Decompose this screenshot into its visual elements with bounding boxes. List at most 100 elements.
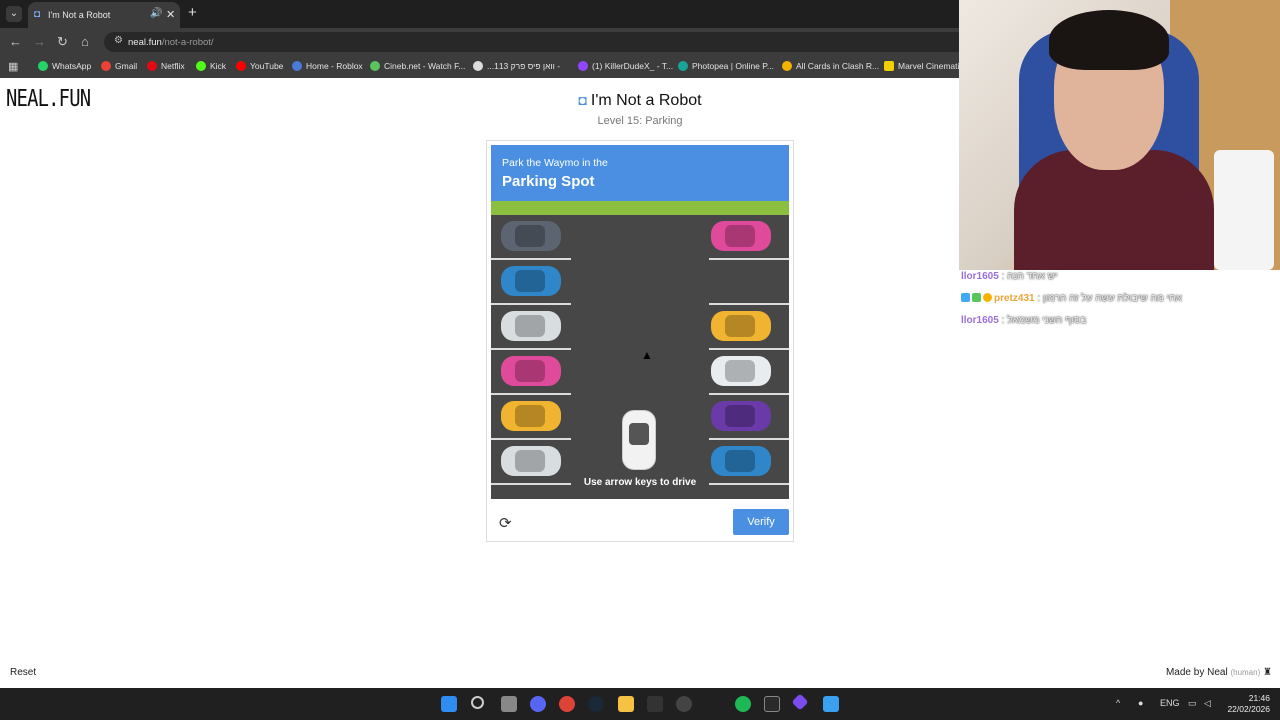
url-field[interactable]: ⚙ neal.fun/not-a-robot/: [104, 32, 960, 52]
parked-car: [711, 446, 771, 476]
bookmark-photopea[interactable]: Photopea | Online P...: [678, 61, 774, 71]
badge-icon: [961, 293, 970, 302]
obs-icon[interactable]: [676, 696, 692, 712]
netflix-icon: [147, 61, 157, 71]
home-icon[interactable]: ⌂: [81, 34, 89, 50]
stall-line: [709, 393, 789, 395]
stall-line: [709, 438, 789, 440]
stall-line: [709, 258, 789, 260]
bookmark-cineb[interactable]: Cineb.net - Watch F...: [370, 61, 465, 71]
app-icon[interactable]: [791, 693, 809, 711]
windows-start-icon[interactable]: [441, 696, 457, 712]
task-view-icon[interactable]: [501, 696, 517, 712]
chrome-icon[interactable]: [559, 696, 575, 712]
bookmark-youtube[interactable]: YouTube: [236, 61, 283, 71]
kick-icon: [196, 61, 206, 71]
photopea-icon: [678, 61, 688, 71]
bookmark-roblox[interactable]: Home - Roblox: [292, 61, 363, 71]
instruction-line2: Parking Spot: [502, 173, 595, 190]
stall-line: [709, 348, 789, 350]
tab-strip: ⌄ ◘ I'm Not a Robot 🔊 ✕ +: [0, 0, 960, 28]
apps-grid-icon[interactable]: ▦: [8, 60, 18, 73]
editor-icon[interactable]: [823, 696, 839, 712]
language-indicator[interactable]: ENG: [1160, 698, 1180, 708]
whatsapp-icon: [38, 61, 48, 71]
drive-hint: Use arrow keys to drive: [583, 477, 697, 488]
parked-car: [711, 311, 771, 341]
site-info-icon[interactable]: ⚙: [114, 35, 123, 46]
globe-icon: [473, 61, 483, 71]
stall-line: [491, 303, 571, 305]
close-tab-icon[interactable]: ✕: [166, 8, 175, 21]
url-domain: neal.fun: [128, 37, 162, 48]
back-icon[interactable]: ←: [9, 34, 22, 50]
forward-icon[interactable]: →: [33, 34, 46, 50]
chat-message: pretz431 : אחי מה שיבולת עשה על זה הרמון: [961, 292, 1280, 314]
bookmark-netflix[interactable]: Netflix: [147, 61, 185, 71]
bookmark-twitch[interactable]: (1) KillerDudeX_ - T...: [578, 61, 673, 71]
reload-icon[interactable]: ↻: [57, 34, 68, 50]
parked-car: [501, 221, 561, 251]
verify-button[interactable]: Verify: [733, 509, 789, 535]
discord-icon[interactable]: [530, 696, 546, 712]
clash-icon: [782, 61, 792, 71]
parked-car: [501, 446, 561, 476]
parked-car: [501, 266, 561, 296]
youtube-icon: [236, 61, 246, 71]
new-tab-icon[interactable]: +: [188, 4, 197, 21]
bookmark-gmail[interactable]: Gmail: [101, 61, 137, 71]
badge-icon: [983, 293, 992, 302]
bookmarks-bar: ▦ WhatsApp Gmail Netflix Kick YouTube Ho…: [0, 56, 960, 78]
webcam-hair: [1049, 10, 1169, 70]
microphone-icon[interactable]: ●: [1138, 698, 1143, 708]
bookmark-onepiece[interactable]: ...וואן פיס פרק 113 -: [473, 61, 560, 71]
badge-icon: [972, 293, 981, 302]
tab-search-icon[interactable]: ⌄: [6, 6, 22, 22]
system-clock[interactable]: 21:46 22/02/2026: [1224, 693, 1270, 715]
search-icon[interactable]: [471, 696, 484, 709]
credit-text: Made by Neal (human) ♜: [1165, 667, 1272, 678]
tray-chevron-icon[interactable]: ^: [1116, 698, 1120, 708]
network-icon[interactable]: ▭: [1188, 698, 1197, 709]
trophy-icon: ♜: [1263, 667, 1272, 678]
parked-car: [501, 356, 561, 386]
roblox-icon: [292, 61, 302, 71]
stream-chat: llor1605 : יש אחד הנה pretz431 : אחי מה …: [961, 270, 1280, 336]
twitch-icon: [578, 61, 588, 71]
epic-games-icon[interactable]: [764, 696, 780, 712]
chat-message: llor1605 : יש אחד הנה: [961, 271, 1058, 282]
bookmark-whatsapp[interactable]: WhatsApp: [38, 61, 91, 71]
grass-strip: [491, 201, 789, 215]
bookmark-marvel[interactable]: Marvel Cinematic: [884, 61, 960, 71]
webcam-heater: [1214, 150, 1274, 270]
taskbar: ^ ● ENG ▭ ◁ 21:46 22/02/2026: [0, 688, 1280, 720]
bookmark-kick[interactable]: Kick: [196, 61, 226, 71]
steam-icon[interactable]: [588, 696, 604, 712]
stall-line: [491, 348, 571, 350]
gmail-icon: [101, 61, 111, 71]
capcut-icon[interactable]: [647, 696, 663, 712]
file-explorer-icon[interactable]: [618, 696, 634, 712]
parked-car: [501, 311, 561, 341]
stall-line: [709, 303, 789, 305]
webcam-overlay: [959, 0, 1280, 270]
robot-icon: ◘: [34, 9, 41, 20]
parked-car: [711, 221, 771, 251]
bookmark-clash[interactable]: All Cards in Clash R...: [782, 61, 879, 71]
speaker-icon[interactable]: 🔊: [150, 8, 162, 19]
stall-line: [491, 258, 571, 260]
spotify-icon[interactable]: [735, 696, 751, 712]
stall-line: [491, 393, 571, 395]
parking-lot[interactable]: Use arrow keys to drive ▲: [491, 201, 789, 499]
address-bar: ← → ↻ ⌂ ⚙ neal.fun/not-a-robot/: [0, 28, 960, 56]
browser-tab[interactable]: ◘ I'm Not a Robot 🔊 ✕: [28, 2, 180, 28]
instruction-banner: Park the Waymo in the Parking Spot: [491, 145, 789, 201]
waymo-car[interactable]: [622, 410, 656, 470]
instruction-line1: Park the Waymo in the: [502, 157, 608, 169]
parked-car: [501, 401, 561, 431]
refresh-icon[interactable]: ⟳: [499, 514, 512, 532]
volume-icon[interactable]: ◁: [1204, 698, 1211, 709]
chat-message: llor1605 : בסוף השני משמאל: [961, 315, 1087, 326]
parked-car: [711, 401, 771, 431]
stall-line: [491, 438, 571, 440]
